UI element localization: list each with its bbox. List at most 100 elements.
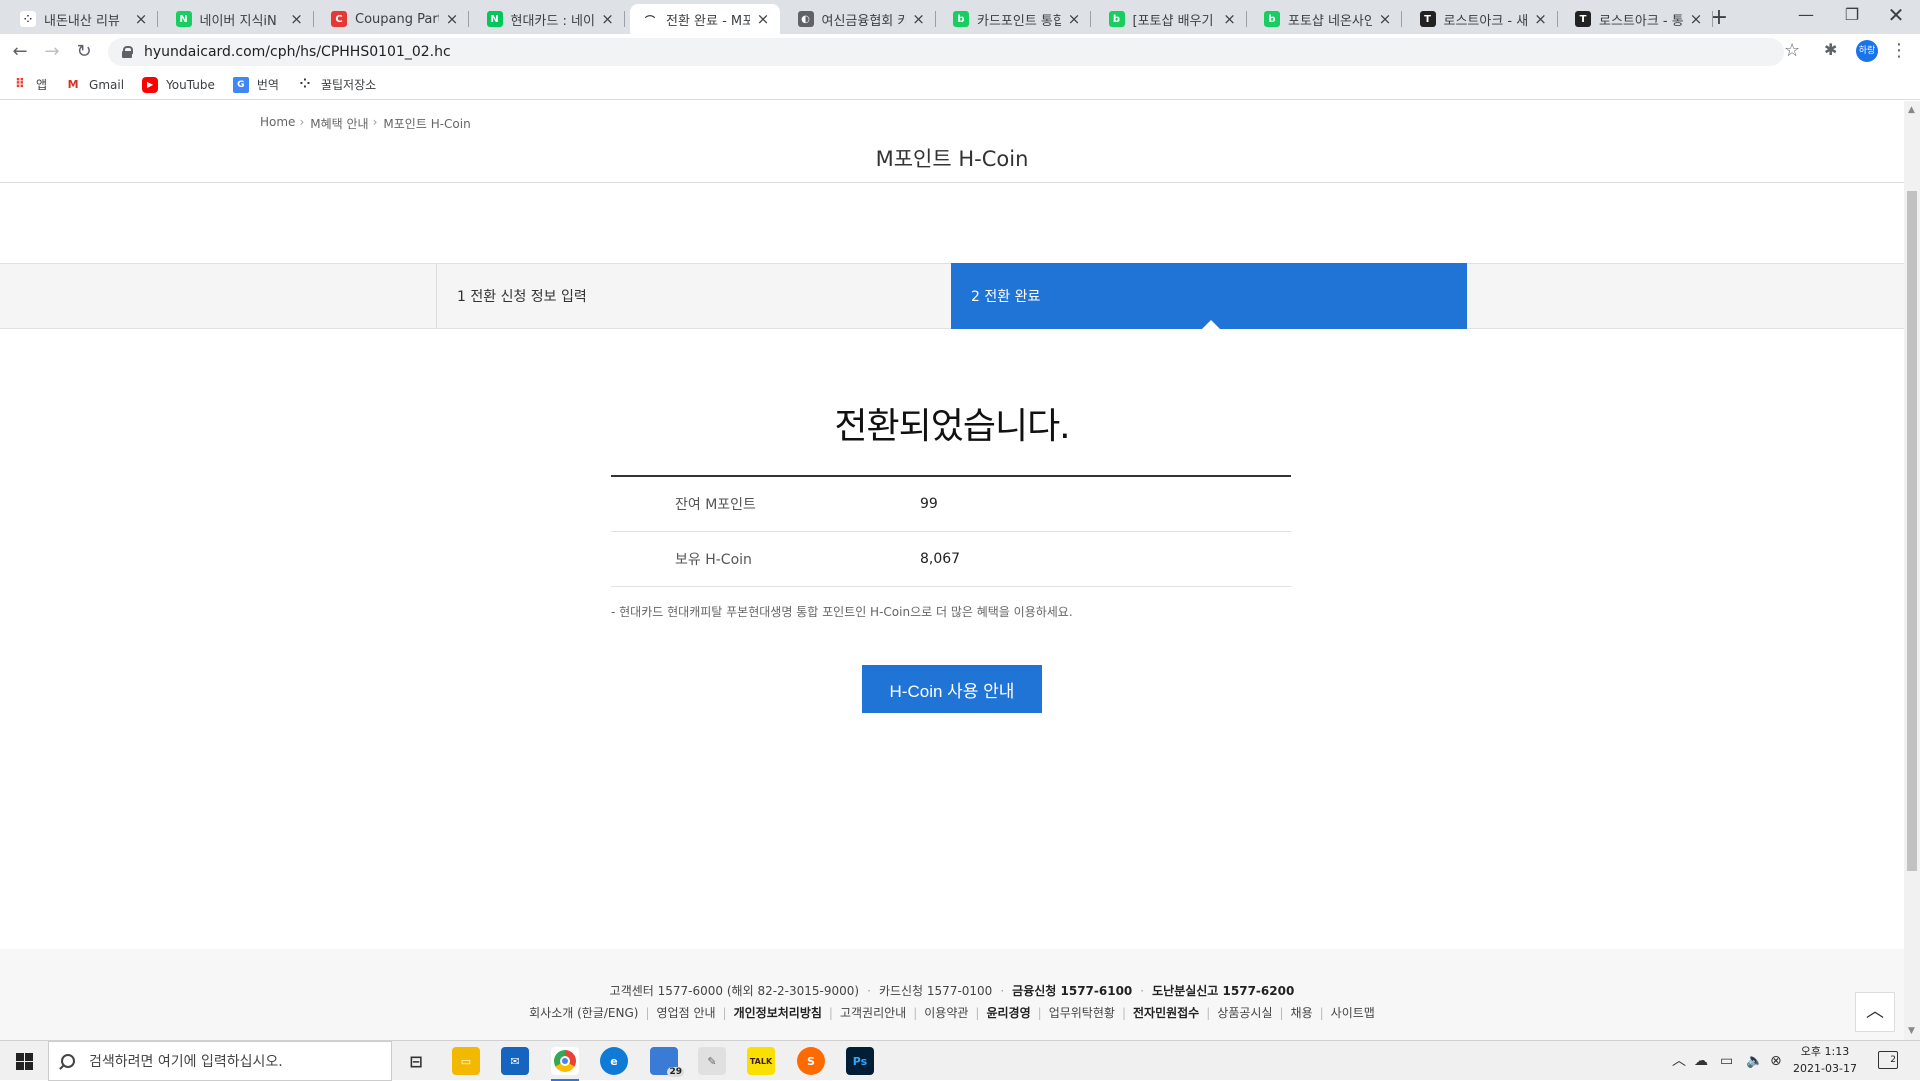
breadcrumb-current[interactable]: M포인트 H-Coin	[383, 115, 470, 132]
breadcrumb: Home › M혜택 안내 › M포인트 H-Coin	[260, 115, 471, 132]
tab-close-icon[interactable]: ×	[912, 10, 926, 28]
store-icon[interactable]: 29	[650, 1047, 684, 1077]
scroll-to-top-button[interactable]: ︿	[1855, 992, 1895, 1032]
tab-close-icon[interactable]: ×	[601, 10, 615, 28]
kakaotalk-icon[interactable]: TALK	[747, 1047, 775, 1075]
taskbar-clock[interactable]: 오후 1:13 2021-03-17	[1793, 1043, 1857, 1077]
reload-icon[interactable]: ↻	[72, 40, 96, 64]
footer-link[interactable]: 회사소개 (한글/ENG)	[529, 1004, 638, 1021]
footer-link[interactable]: 이용약관	[924, 1004, 968, 1021]
footer-links: 회사소개 (한글/ENG) | 영업점 안내 | 개인정보처리방침 | 고객권리안내 | 이용약…	[529, 1004, 1375, 1021]
mail-icon[interactable]: ✉	[501, 1047, 529, 1075]
browser-toolbar: ← → ↻ hyundaicard.com/cph/hs/CPHHS0101_0…	[0, 34, 1920, 70]
bookmark-youtube[interactable]: ▶ YouTube	[142, 76, 215, 93]
network-icon[interactable]: ▭	[1720, 1041, 1733, 1081]
taskbar-search-input[interactable]: 검색하려면 여기에 입력하십시오.	[48, 1041, 392, 1081]
onedrive-icon[interactable]: ☁	[1694, 1041, 1708, 1081]
ime-off-icon[interactable]: ⊗	[1770, 1041, 1782, 1081]
footer-link[interactable]: 사이트맵	[1331, 1004, 1375, 1021]
browser-tab[interactable]: T 로스트아크 - 통 ×	[1563, 4, 1713, 34]
tab-close-icon[interactable]: ×	[134, 10, 148, 28]
tab-favicon-icon: b	[953, 11, 969, 27]
tab-close-icon[interactable]: ×	[290, 10, 304, 28]
footer-link[interactable]: 상품공시실	[1217, 1004, 1272, 1021]
notification-icon[interactable]: 2	[1878, 1051, 1898, 1069]
tab-favicon-icon: b	[1108, 11, 1125, 27]
tab-close-icon[interactable]: ×	[1689, 10, 1703, 28]
forward-icon[interactable]: →	[40, 40, 64, 64]
tab-close-icon[interactable]: ×	[1378, 10, 1392, 28]
start-button[interactable]	[0, 1041, 48, 1081]
browser-tab[interactable]: N 네이버 지식iN ×	[164, 4, 314, 34]
tab-close-icon[interactable]: ×	[1223, 10, 1237, 28]
scroll-down-icon[interactable]: ▼	[1908, 1026, 1915, 1036]
lock-icon	[122, 46, 133, 58]
app-s-icon[interactable]: S	[797, 1047, 825, 1075]
breadcrumb-benefits[interactable]: M혜택 안내	[310, 115, 368, 132]
bookmark-translate[interactable]: G 번역	[232, 76, 279, 93]
footer-link[interactable]: 윤리경영	[986, 1004, 1030, 1021]
table-row: 보유 H-Coin 8,067	[611, 532, 1291, 587]
step-2-label: 2 전환 완료	[971, 289, 1041, 305]
tab-close-icon[interactable]: ×	[1534, 10, 1548, 28]
paint-icon[interactable]: ✎	[698, 1047, 726, 1075]
tab-strip: + — ❐ ✕ ⁘내돈내산 리뷰×N네이버 지식iN×CCoupang Part…	[0, 0, 1920, 34]
close-window-button[interactable]: ✕	[1866, 0, 1920, 34]
page-scrollbar[interactable]: ▲ ▼	[1904, 101, 1920, 1040]
footer-link[interactable]: 개인정보처리방침	[734, 1004, 822, 1021]
browser-tab[interactable]: T 로스트아크 - 새 ×	[1408, 4, 1558, 34]
tab-title: 로스트아크 - 통	[1599, 13, 1683, 29]
scrollbar-thumb[interactable]	[1907, 191, 1917, 871]
breadcrumb-home[interactable]: Home	[260, 115, 295, 132]
tab-close-icon[interactable]: ×	[1067, 10, 1081, 28]
footer-link[interactable]: 영업점 안내	[657, 1004, 716, 1021]
browser-tab[interactable]: ⌒ 전환 완료 - M포 ×	[630, 4, 780, 34]
browser-tab[interactable]: N 현대카드 : 네이 ×	[475, 4, 625, 34]
footer-link[interactable]: 업무위탁현황	[1049, 1004, 1115, 1021]
title-divider	[0, 182, 1904, 183]
menu-icon[interactable]: ⋮	[1890, 40, 1908, 61]
extensions-icon[interactable]: ✱	[1824, 40, 1837, 59]
search-placeholder: 검색하려면 여기에 입력하십시오.	[89, 1054, 283, 1070]
browser-tab[interactable]: b 포토샵 네온사인 ×	[1252, 4, 1402, 34]
tab-close-icon[interactable]: ×	[445, 10, 459, 28]
h-coin-guide-button[interactable]: H-Coin 사용 안내	[862, 665, 1042, 713]
tab-title: 현대카드 : 네이	[510, 13, 595, 29]
back-icon[interactable]: ←	[8, 40, 32, 64]
bookmarks-bar: ⠿ 앱 M Gmail ▶ YouTube G 번역 ⁘ 꿀팁저장소	[0, 70, 1920, 100]
volume-icon[interactable]: 🔈	[1746, 1041, 1763, 1081]
address-bar[interactable]: hyundaicard.com/cph/hs/CPHHS0101_02.hc	[108, 38, 1784, 66]
tab-title: 네이버 지식iN	[199, 13, 277, 29]
tab-title: [포토샵 배우기	[1132, 13, 1214, 29]
clock-date: 2021-03-17	[1793, 1062, 1857, 1075]
tab-title: 전환 완료 - M포	[666, 13, 750, 29]
browser-tab[interactable]: b [포토샵 배우기 ×	[1097, 4, 1247, 34]
file-explorer-icon[interactable]: ▭	[452, 1047, 480, 1075]
footer-link[interactable]: 전자민원접수	[1133, 1004, 1199, 1021]
scroll-up-icon[interactable]: ▲	[1908, 105, 1915, 115]
bookmark-gmail[interactable]: M Gmail	[65, 77, 125, 93]
photoshop-icon[interactable]: Ps	[846, 1047, 874, 1075]
site-footer: 고객센터 1577-6000 (해외 82-2-3015-9000) · 카드신청 …	[0, 949, 1904, 1040]
bookmark-apps[interactable]: ⠿ 앱	[12, 76, 47, 93]
bookmark-star-icon[interactable]: ☆	[1784, 40, 1800, 61]
footer-contact: 카드신청 1577-0100	[878, 984, 993, 998]
footer-link[interactable]: 고객권리안내	[840, 1004, 906, 1021]
tab-title: 여신금융협회 카	[821, 13, 906, 29]
browser-tab[interactable]: ⁘ 내돈내산 리뷰 ×	[8, 4, 158, 34]
edge-icon[interactable]: e	[600, 1047, 628, 1075]
browser-tab[interactable]: C Coupang Partne ×	[319, 4, 469, 34]
browser-tab[interactable]: ◐ 여신금융협회 카 ×	[786, 4, 936, 34]
chrome-icon[interactable]	[551, 1047, 579, 1081]
gmail-icon: M	[67, 78, 79, 91]
browser-tab[interactable]: b 카드포인트 통합 ×	[941, 4, 1091, 34]
tab-favicon-icon: b	[1264, 11, 1280, 27]
step-1: 1 전환 신청 정보 입력	[436, 264, 951, 328]
profile-avatar[interactable]: 하랑	[1856, 40, 1878, 62]
bookmark-tips[interactable]: ⁘ 꿀팁저장소	[297, 76, 377, 93]
task-view-icon[interactable]: ⊟	[402, 1047, 430, 1075]
footer-link[interactable]: 채용	[1291, 1004, 1313, 1021]
youtube-icon: ▶	[142, 76, 159, 93]
tray-chevron-icon[interactable]: ︿	[1672, 1041, 1686, 1081]
tab-close-icon[interactable]: ×	[756, 10, 770, 28]
